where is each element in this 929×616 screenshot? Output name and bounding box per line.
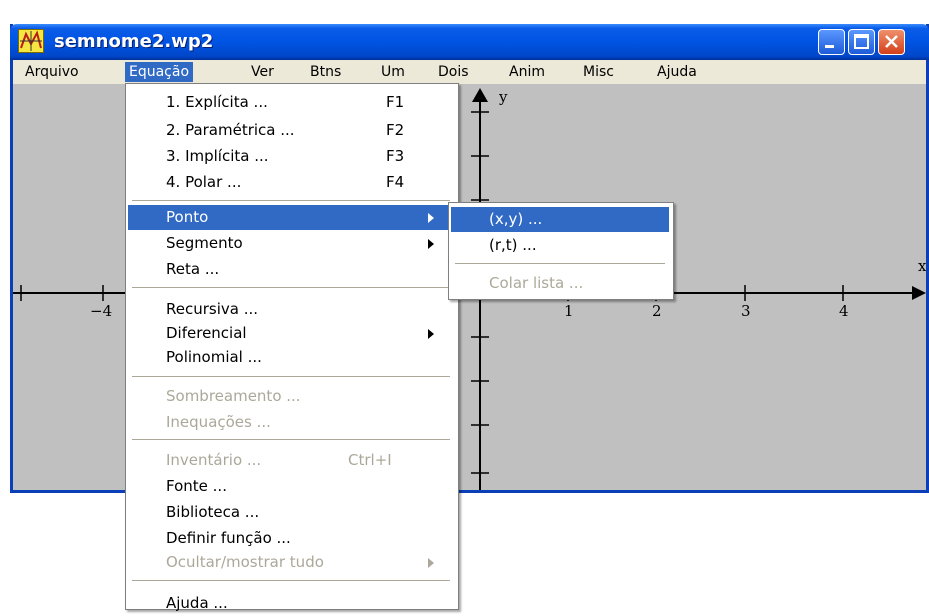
menu-item-ocultar-mostrar[interactable]: Ocultar/mostrar tudo <box>128 550 454 575</box>
x-tick-label: 2 <box>652 302 662 320</box>
menu-item-fonte[interactable]: Fonte ... <box>128 474 454 499</box>
title-bar[interactable]: semnome2.wp2 <box>10 24 929 60</box>
equacao-dropdown-menu: 1. Explícita ... F1 2. Paramétrica ... F… <box>125 83 459 612</box>
submenu-arrow-icon <box>428 558 434 568</box>
submenu-arrow-icon <box>428 213 434 223</box>
menu-dois[interactable]: Dois <box>434 62 473 82</box>
x-axis-arrow <box>912 286 926 300</box>
menu-ver[interactable]: Ver <box>247 62 278 82</box>
window-title: semnome2.wp2 <box>54 31 214 52</box>
menu-item-diferencial[interactable]: Diferencial <box>128 321 454 346</box>
submenu-item-colar-lista[interactable]: Colar lista ... <box>451 271 669 296</box>
graph-app-icon <box>18 29 44 53</box>
x-axis-label: x <box>918 257 926 275</box>
maximize-icon <box>854 34 869 49</box>
y-axis-label: y <box>499 88 508 106</box>
shortcut-f2: F2 <box>386 121 405 139</box>
menu-separator <box>455 263 665 264</box>
close-button[interactable] <box>878 29 905 55</box>
menu-item-inventario[interactable]: Inventário ... Ctrl+I <box>128 448 454 473</box>
menu-arquivo[interactable]: Arquivo <box>21 62 83 82</box>
menu-separator <box>132 580 450 581</box>
menu-item-explicita[interactable]: 1. Explícita ... F1 <box>128 90 454 115</box>
x-tick-label: −4 <box>90 302 113 320</box>
menu-bar: Arquivo Equação Ver Btns Um Dois Anim Mi… <box>13 60 926 84</box>
menu-item-definir-funcao[interactable]: Definir função ... <box>128 526 454 551</box>
menu-separator <box>132 439 450 440</box>
submenu-arrow-icon <box>428 239 434 249</box>
menu-item-implicita[interactable]: 3. Implícita ... F3 <box>128 144 454 169</box>
menu-item-reta[interactable]: Reta ... <box>128 257 454 282</box>
shortcut-f4: F4 <box>386 173 405 191</box>
menu-separator <box>132 376 450 377</box>
menu-btns[interactable]: Btns <box>306 62 345 82</box>
minimize-icon <box>825 45 834 48</box>
menu-item-inequacoes[interactable]: Inequações ... <box>128 410 454 435</box>
menu-item-segmento[interactable]: Segmento <box>128 231 454 256</box>
y-axis-arrow <box>472 88 488 102</box>
menu-item-recursiva[interactable]: Recursiva ... <box>128 297 454 322</box>
x-tick-label: 1 <box>564 302 574 320</box>
maximize-button[interactable] <box>848 29 875 55</box>
menu-anim[interactable]: Anim <box>505 62 549 82</box>
menu-item-biblioteca[interactable]: Biblioteca ... <box>128 500 454 525</box>
menu-misc[interactable]: Misc <box>579 62 618 82</box>
menu-um[interactable]: Um <box>377 62 409 82</box>
menu-item-ponto[interactable]: Ponto <box>128 205 454 230</box>
submenu-item-rt[interactable]: (r,t) ... <box>451 233 669 258</box>
menu-separator <box>132 287 450 288</box>
x-tick-label: 3 <box>741 302 751 320</box>
shortcut-ctrl-i: Ctrl+I <box>348 451 392 469</box>
submenu-item-xy[interactable]: (x,y) ... <box>451 207 669 232</box>
menu-ajuda[interactable]: Ajuda <box>653 62 701 82</box>
minimize-button[interactable] <box>818 29 845 55</box>
menu-item-polinomial[interactable]: Polinomial ... <box>128 345 454 370</box>
menu-equacao[interactable]: Equação <box>125 62 194 82</box>
shortcut-f3: F3 <box>386 147 405 165</box>
menu-item-parametrica[interactable]: 2. Paramétrica ... F2 <box>128 118 454 143</box>
close-icon <box>885 35 898 48</box>
menu-item-polar[interactable]: 4. Polar ... F4 <box>128 170 454 195</box>
menu-item-ajuda[interactable]: Ajuda ... <box>128 591 454 616</box>
shortcut-f1: F1 <box>386 93 405 111</box>
x-tick-label: 4 <box>839 302 849 320</box>
ponto-submenu: (x,y) ... (r,t) ... Colar lista ... <box>448 202 674 300</box>
submenu-arrow-icon <box>428 329 434 339</box>
menu-item-sombreamento[interactable]: Sombreamento ... <box>128 384 454 409</box>
menu-separator <box>132 200 450 201</box>
